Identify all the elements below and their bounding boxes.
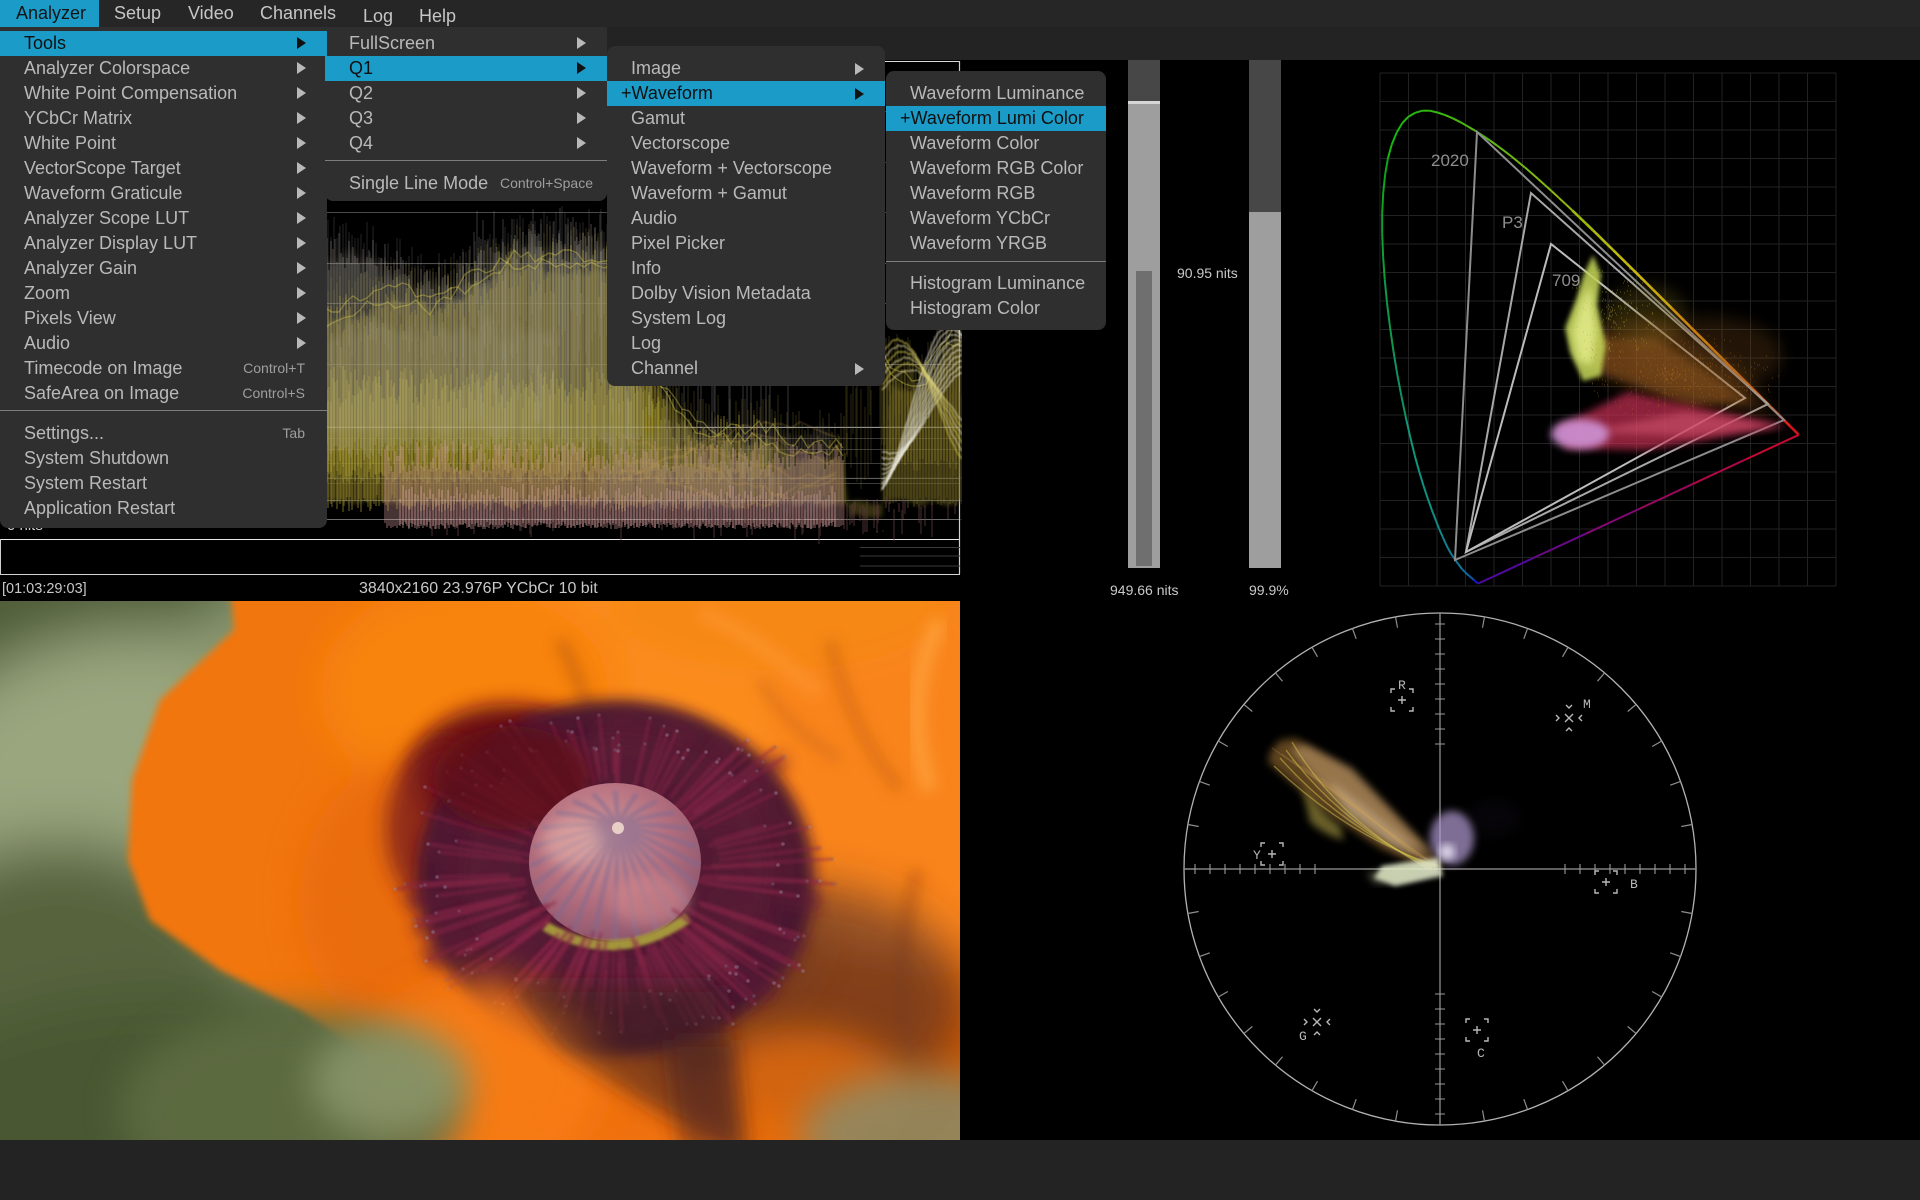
- svg-text:Y: Y: [1253, 848, 1261, 863]
- svg-text:C: C: [1477, 1046, 1485, 1061]
- svg-text:M: M: [1583, 697, 1591, 712]
- svg-text:G: G: [1299, 1029, 1307, 1044]
- svg-text:B: B: [1630, 877, 1638, 892]
- svg-text:709: 709: [1552, 271, 1580, 290]
- svg-text:P3: P3: [1502, 213, 1523, 232]
- svg-text:2020: 2020: [1431, 151, 1469, 170]
- svg-text:R: R: [1398, 678, 1406, 693]
